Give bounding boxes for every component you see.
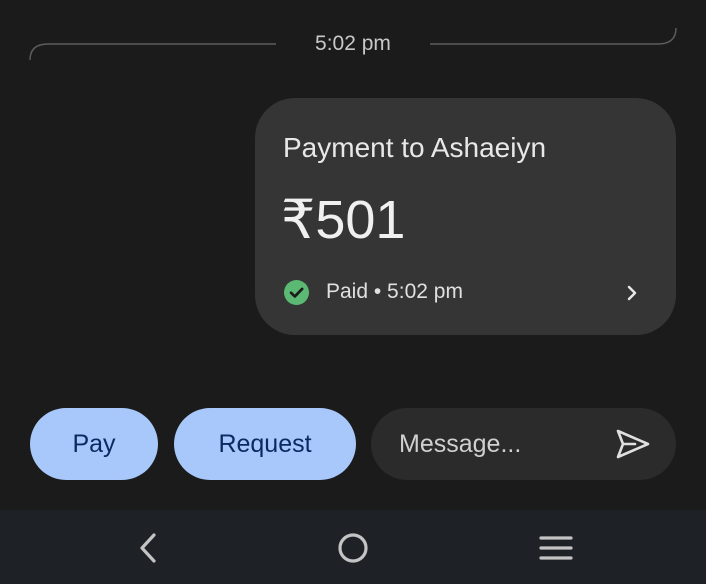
home-icon[interactable] bbox=[333, 528, 373, 568]
system-nav-bar bbox=[0, 510, 706, 584]
payment-title: Payment to Ashaeiyn bbox=[283, 132, 547, 163]
message-composer bbox=[371, 408, 676, 480]
chat-screen: 5:02 pm Payment to Ashaeiyn ₹501 Paid • … bbox=[0, 0, 706, 584]
payment-status: Paid • 5:02 pm bbox=[326, 280, 463, 303]
recents-icon[interactable] bbox=[536, 528, 576, 568]
payment-status-row: Paid • 5:02 pm bbox=[284, 278, 644, 308]
back-icon[interactable] bbox=[128, 528, 168, 568]
payment-card[interactable]: Payment to Ashaeiyn ₹501 Paid • 5:02 pm bbox=[255, 98, 676, 335]
pay-button[interactable]: Pay bbox=[30, 408, 158, 480]
payment-amount: ₹501 bbox=[281, 190, 406, 250]
message-input[interactable] bbox=[399, 426, 599, 462]
message-timestamp: 5:02 pm bbox=[315, 32, 391, 55]
chevron-right-icon[interactable] bbox=[620, 280, 644, 306]
request-button[interactable]: Request bbox=[174, 408, 356, 480]
check-circle-icon bbox=[284, 280, 309, 305]
send-icon[interactable] bbox=[615, 428, 651, 460]
